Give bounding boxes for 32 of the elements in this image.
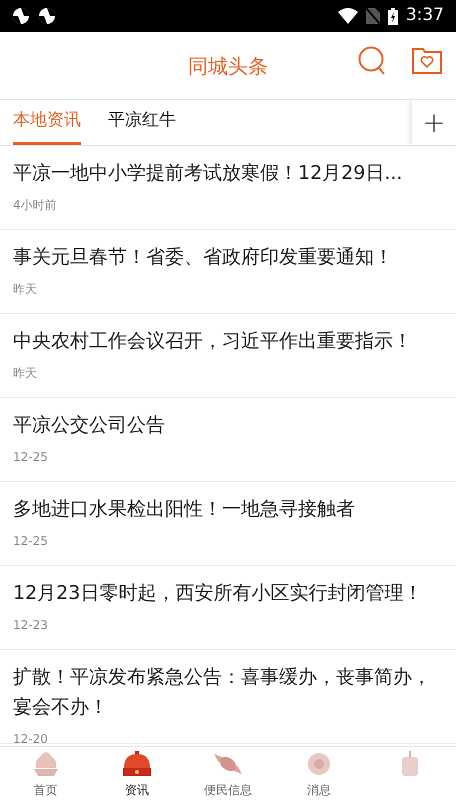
no-sim-icon — [366, 8, 380, 24]
lotus-icon — [32, 751, 60, 777]
wifi-icon — [338, 8, 358, 24]
news-headline[interactable]: 中央农村工作会议召开，习近平作出重要指示！ — [13, 326, 443, 356]
bottom-nav-item[interactable]: 资讯 — [91, 747, 182, 810]
page-title: 同城头条 — [188, 52, 268, 80]
candy-icon — [213, 751, 243, 777]
news-time: 4小时前 — [13, 197, 58, 214]
news-headline[interactable]: 12月23日零时起，西安所有小区实行封闭管理！ — [13, 578, 443, 608]
add-tab-button[interactable]: + — [412, 100, 456, 145]
search-icon[interactable] — [358, 46, 386, 76]
favorites-folder-icon[interactable] — [412, 46, 442, 74]
bottom-nav-item[interactable]: 消息 — [274, 747, 365, 810]
bottom-nav-item[interactable]: 首页 — [0, 747, 92, 810]
clock-time: 3:37 — [406, 4, 444, 28]
news-time: 12-25 — [13, 449, 49, 466]
news-headline[interactable]: 平凉一地中小学提前考试放寒假！12月29日... — [13, 158, 443, 188]
news-headline[interactable]: 多地进口水果检出阳性！一地急寻接触者 — [13, 494, 443, 524]
news-headline[interactable]: 平凉公交公司公告 — [13, 410, 443, 440]
bottom-nav-item[interactable]: 便民信息 — [182, 747, 274, 810]
news-headline[interactable]: 事关元旦春节！省委、省政府印发重要通知！ — [13, 242, 443, 272]
news-time: 12-20 — [13, 731, 49, 748]
news-headline[interactable]: 扩散！平凉发布紧急公告：喜事缓办，丧事简办，宴会不办！ — [13, 662, 443, 722]
app-notification-icon — [12, 7, 30, 25]
app-notification-icon — [38, 7, 56, 25]
battery-icon — [388, 8, 398, 24]
news-time: 12-23 — [13, 617, 49, 634]
category-tab[interactable]: 平凉红牛 — [108, 100, 176, 145]
news-time: 昨天 — [13, 365, 38, 382]
hat-icon — [122, 751, 152, 777]
news-time: 昨天 — [13, 281, 38, 298]
news-time: 12-25 — [13, 533, 49, 550]
